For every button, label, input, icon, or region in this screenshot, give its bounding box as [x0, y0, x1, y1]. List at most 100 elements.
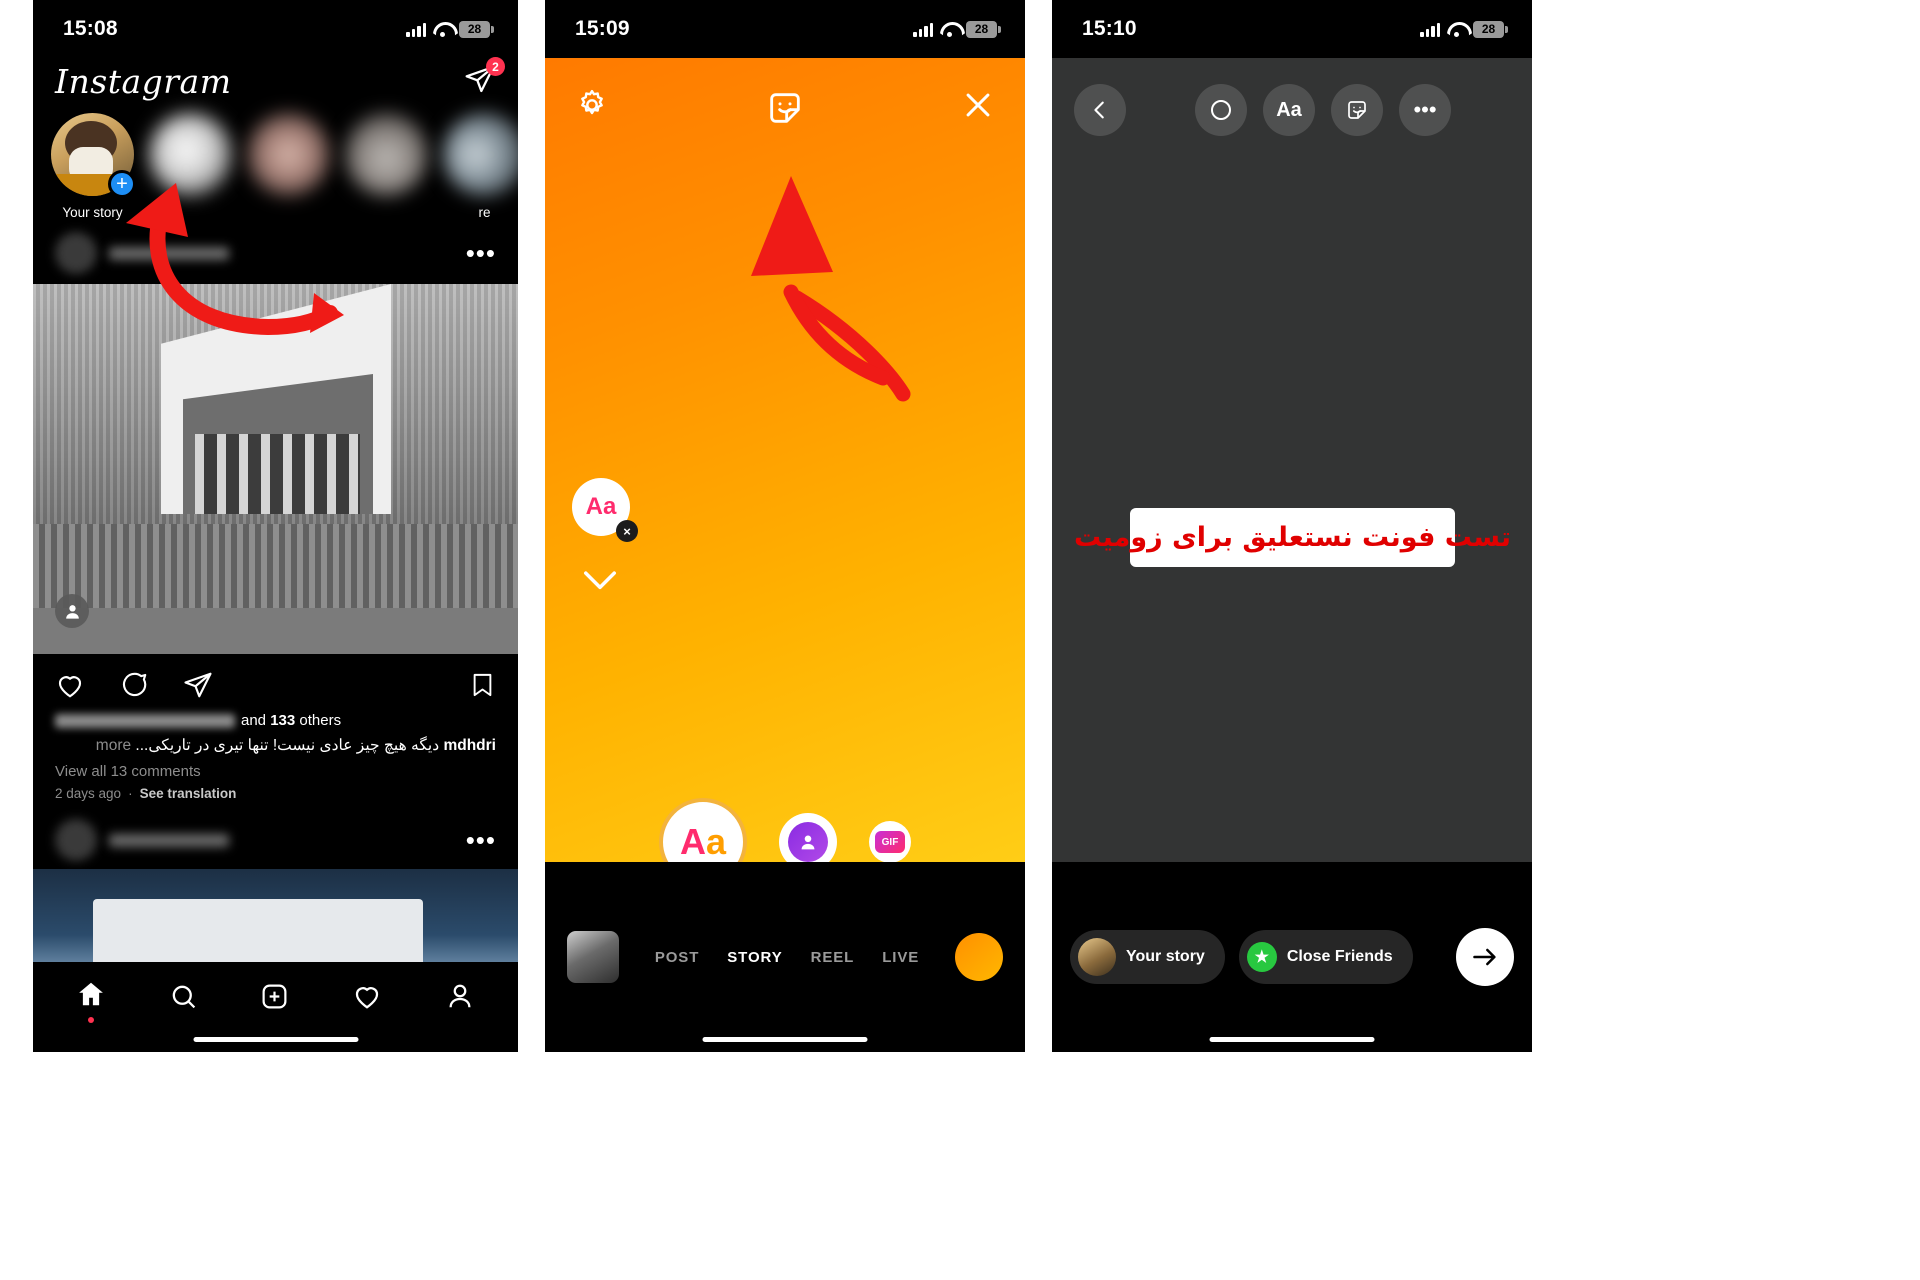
caption-line-1: دیگه هیچ چیز عادی نیست!	[272, 737, 440, 754]
post-options-button[interactable]: •••	[466, 240, 496, 266]
comment-bubble-icon[interactable]	[119, 670, 149, 700]
next-post-author[interactable]	[55, 819, 229, 862]
editor-canvas[interactable]: Aa ••• تست فونت نستعلیق برای زومیت	[1052, 58, 1532, 920]
camera-modes[interactable]: POST STORY REEL LIVE	[619, 949, 955, 966]
gif-create-button[interactable]: GIF	[869, 821, 911, 863]
story-label: re	[478, 205, 491, 220]
battery-icon: 28	[966, 20, 1001, 38]
panel-instagram-feed: 15:08 28 Instagram 2 + Your story re •••…	[33, 0, 518, 1052]
likes-count: 133	[270, 712, 296, 729]
sticker-face-icon	[1348, 101, 1366, 119]
tab-search-icon[interactable]	[169, 982, 198, 1011]
home-icon	[79, 982, 104, 1005]
likes-others-label: and 133 others	[241, 712, 342, 729]
annotation-arrow-to-sticker	[751, 176, 911, 402]
tab-profile-icon[interactable]	[445, 981, 475, 1011]
instagram-header: Instagram 2	[33, 57, 518, 107]
shutter-button[interactable]	[955, 933, 1003, 981]
battery-icon: 28	[459, 20, 494, 38]
tagged-user-icon[interactable]	[55, 594, 89, 628]
story-label: Your story	[62, 205, 123, 220]
gif-label: GIF	[875, 831, 905, 853]
post-meta: 2 days ago · See translation	[33, 780, 518, 801]
text-aa-label: Aa	[1276, 98, 1302, 121]
tab-create-icon[interactable]	[260, 982, 289, 1011]
floating-text-tool[interactable]: Aa ×	[572, 478, 638, 542]
tab-home[interactable]	[76, 979, 106, 1023]
wifi-icon	[1447, 22, 1466, 37]
more-options-button[interactable]: •••	[1399, 84, 1451, 136]
close-friends-label: Close Friends	[1286, 948, 1393, 965]
bottom-tab-bar[interactable]	[33, 962, 518, 1052]
mode-post[interactable]: POST	[655, 949, 699, 966]
see-translation-link[interactable]: See translation	[140, 786, 237, 801]
floating-close-button[interactable]: ×	[616, 520, 638, 542]
home-activity-dot	[88, 1016, 95, 1023]
liker-name-blurred	[55, 713, 235, 728]
mode-reel[interactable]: REEL	[811, 949, 855, 966]
sticker-face-button[interactable]	[765, 88, 805, 133]
cellular-signal-icon	[406, 22, 426, 37]
caption-username[interactable]: mdhdri	[443, 735, 496, 757]
editor-tools[interactable]: Aa •••	[1136, 84, 1510, 136]
home-indicator	[702, 1037, 868, 1042]
mode-story[interactable]: STORY	[727, 949, 782, 966]
post-likes[interactable]: and 133 others	[33, 710, 518, 729]
close-friends-button[interactable]: ★ Close Friends	[1238, 930, 1413, 984]
post-actions	[33, 654, 518, 710]
draw-circle-icon	[1211, 100, 1231, 120]
status-bar: 15:09 28	[545, 0, 1025, 58]
story-item[interactable]	[247, 113, 330, 220]
screenshot-stage: 15:08 28 Instagram 2 + Your story re •••…	[0, 0, 1920, 1280]
story-item[interactable]	[345, 113, 428, 220]
add-story-plus-button[interactable]: +	[108, 170, 136, 198]
editor-bottom-bar: Your story ★ Close Friends	[1052, 862, 1532, 1052]
mode-live[interactable]: LIVE	[882, 949, 919, 966]
story-avatar	[149, 113, 232, 196]
tab-activity-icon[interactable]	[352, 981, 382, 1011]
your-story-button[interactable]: Your story	[1070, 930, 1225, 984]
post-timestamp: 2 days ago	[55, 786, 122, 802]
save-bookmark-icon[interactable]	[469, 670, 496, 700]
editor-top-bar: Aa •••	[1052, 58, 1532, 136]
post-author[interactable]	[55, 232, 229, 274]
draw-tool-button[interactable]	[1195, 84, 1247, 136]
sticker-tool-button[interactable]	[1331, 84, 1383, 136]
close-x-icon[interactable]	[961, 88, 995, 122]
floating-aa-label: Aa	[585, 493, 617, 520]
view-comments-link[interactable]: View all 13 comments	[33, 757, 518, 780]
status-time: 15:10	[1082, 17, 1137, 40]
wifi-icon	[940, 22, 959, 37]
cellular-signal-icon	[913, 22, 933, 37]
battery-icon: 28	[1473, 20, 1508, 38]
story-item-your-story[interactable]: + Your story	[51, 113, 136, 220]
meta-separator: ·	[128, 786, 133, 802]
story-text-box[interactable]: تست فونت نستعلیق برای زومیت	[1074, 508, 1512, 567]
story-canvas[interactable]: Aa × Aa GIF	[545, 58, 1025, 920]
send-story-button[interactable]	[1456, 928, 1514, 986]
story-item[interactable]	[149, 113, 232, 220]
status-bar: 15:08 28	[33, 0, 518, 58]
settings-gear-icon[interactable]	[575, 88, 609, 122]
like-heart-icon[interactable]	[55, 670, 85, 700]
status-indicators: 28	[1420, 20, 1508, 38]
avatar-icon	[788, 822, 828, 862]
post-author-name	[109, 246, 229, 260]
panel-story-editor: 15:10 28 Aa ••• تست فونت نستعلیق برای زو…	[1052, 0, 1532, 1052]
story-item[interactable]: re	[443, 113, 518, 220]
post-author-avatar	[55, 232, 97, 274]
stories-tray[interactable]: + Your story re	[33, 107, 518, 220]
post-photo[interactable]	[33, 284, 518, 654]
status-indicators: 28	[406, 20, 494, 38]
instagram-logo: Instagram	[55, 62, 232, 101]
text-tool-button[interactable]: Aa	[1263, 84, 1315, 136]
share-paperplane-icon[interactable]	[183, 670, 213, 700]
direct-messages-button[interactable]: 2	[464, 57, 505, 100]
gallery-thumbnail[interactable]	[567, 931, 619, 983]
back-button[interactable]	[1074, 84, 1126, 136]
caption-more-link[interactable]: more	[96, 735, 131, 757]
next-post-header: •••	[33, 801, 518, 869]
next-post-author-avatar	[55, 819, 97, 862]
next-post-options-button[interactable]: •••	[466, 827, 496, 853]
chevron-down-icon[interactable]	[581, 568, 619, 594]
